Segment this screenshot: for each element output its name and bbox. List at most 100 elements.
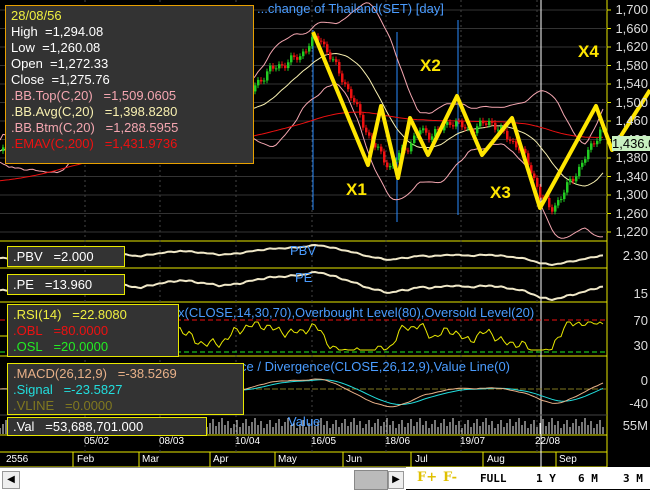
candle-body [551,207,554,212]
candle-body [341,73,344,83]
info-bb-btm: .BB.Btm(C,20) =1,288.5955 [11,120,179,135]
month-tick: Feb [77,454,95,465]
candle-body [566,182,569,193]
candle-body [569,178,572,183]
scroll-left-button[interactable]: ◀ [2,471,20,489]
price-tick-label: 1,300 [615,187,648,202]
pe-panel: .PE =13.960 [7,274,125,295]
value-title: Value [288,414,321,429]
candle-body [281,64,284,66]
candle-body [488,120,491,126]
range-full-button[interactable]: FULL [480,472,507,485]
candle-body [254,85,257,92]
candle-body [431,136,434,140]
candle-body [560,199,563,201]
candle-body [356,102,359,105]
candle-body [290,55,293,63]
price-tick-label: 1,700 [615,2,648,17]
horizontal-scrollbar[interactable]: ◀ ▶ [0,467,406,490]
candle-body [287,62,290,69]
pbv-axis-label: 2.30 [622,248,648,263]
candle-body [386,162,389,168]
candle-body [494,122,497,130]
candle-body [485,123,488,126]
candle-body [368,132,371,136]
candle-body [362,114,365,128]
candle-body [293,55,296,58]
range-6m-button[interactable]: 6 M [578,472,598,485]
range-3m-button[interactable]: 3 M [623,472,643,485]
candle-body [572,178,575,182]
info-low: Low =1,260.08 [11,40,101,55]
candle-body [422,128,425,131]
price-tick-label: 1,220 [615,224,648,239]
candle-body [257,79,260,86]
candle-body [533,173,536,178]
month-tick: Jul [415,454,428,465]
month-tick: 2556 [6,454,29,465]
month-tick: May [278,454,297,465]
month-tick: Sep [559,454,577,465]
candle-body [479,120,482,127]
candle-body [284,65,287,69]
chart-title: ...change of Thailand(SET) [day] [257,1,444,16]
month-tick: Mar [142,454,160,465]
font-increase-button[interactable]: F+ [417,470,437,485]
macd-title: ce / Divergence(CLOSE,26,12,9),Value Lin… [240,359,511,374]
scroll-thumb[interactable] [354,470,388,490]
scroll-right-button[interactable]: ▶ [388,471,404,489]
info-date: 28/08/56 [11,8,62,23]
candle-body [407,150,410,152]
candle-body [476,126,479,134]
rsi-panel: .RSI(14) =22.8080 .OBL =80.0000 .OSL =20… [7,304,179,357]
candle-body [452,124,455,127]
price-tick-label: 1,380 [615,150,648,165]
candle-body [590,143,593,150]
rsi-axis-70: 70 [633,313,648,328]
candle-body [449,122,452,125]
candle-body [377,146,380,148]
candle-body [269,65,272,72]
candle-body [380,146,383,152]
candle-body [326,44,329,53]
info-high: High =1,294.08 [11,24,104,39]
month-tick: Aug [487,454,505,465]
candle-body [593,143,596,145]
candle-body [458,121,461,123]
info-close: Close =1,275.76 [11,72,110,87]
candle-body [347,84,350,90]
month-tick: Apr [213,454,229,465]
price-tick-label: 1,460 [615,113,648,128]
rsi-axis-30: 30 [633,338,648,353]
candle-body [599,129,602,141]
price-tick-label: 1,540 [615,76,648,91]
candle-body [410,143,413,152]
candle-body [413,135,416,144]
font-decrease-button[interactable]: F- [443,470,457,485]
candle-body [308,46,311,52]
info-bb-top: .BB.Top(C,20) =1,509.0605 [11,88,177,103]
candle-body [428,132,431,140]
candle-body [359,104,362,115]
candle-body [311,37,314,47]
candle-body [278,64,281,69]
value-panel: .Val =53,688,701.000 [7,417,207,436]
candle-body [389,166,392,168]
date-tick: 18/06 [385,436,411,447]
zigzag-label-x1: X1 [346,180,367,199]
candle-body [305,51,308,53]
range-1y-button[interactable]: 1 Y [536,472,556,485]
candle-body [581,162,584,167]
candle-body [350,89,353,99]
pbv-title: PBV [290,243,317,258]
zigzag-label-x4: X4 [578,42,599,61]
candle-body [446,122,449,125]
month-tick: Jun [346,454,363,465]
candle-body [536,177,539,187]
candle-body [323,41,326,45]
candle-body [578,166,581,177]
candle-body [266,71,269,81]
candle-body [461,121,464,128]
candle-body [491,120,494,123]
price-tick-label: 1,660 [615,20,648,36]
